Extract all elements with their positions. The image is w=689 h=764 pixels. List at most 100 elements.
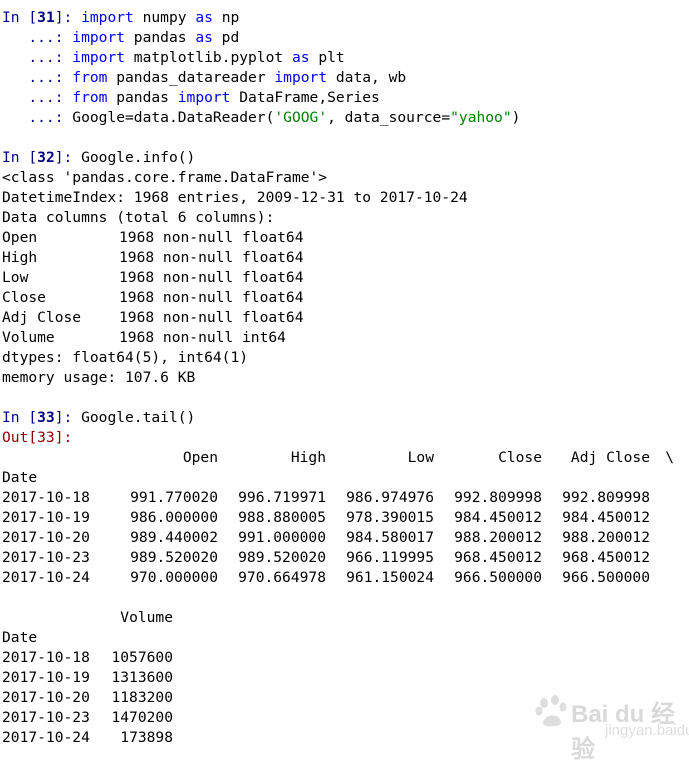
table-row: 2017-10-20 989.440002 991.000000 984.580… <box>2 528 674 548</box>
keyword: from <box>72 89 108 106</box>
table-row: 2017-10-24 970.000000 970.664978 961.150… <box>2 568 674 588</box>
code-text: DataFrame,Series <box>230 89 380 106</box>
column-info: 1968 non-null float64 <box>119 249 304 266</box>
input-prompt: In [32]: <box>2 149 82 166</box>
row-index: 2017-10-18 <box>2 649 90 666</box>
code-text: pandas_datareader <box>107 69 275 86</box>
table-cell: 966.119995 <box>346 549 434 566</box>
dataframe-table-volume: Volume Date 2017-10-18 1057600 2017-10-1… <box>2 608 173 748</box>
table-cell: 989.520020 <box>238 549 326 566</box>
output-line: memory usage: 107.6 KB <box>2 369 196 386</box>
column-name: Volume <box>2 329 55 346</box>
table-cell: 966.500000 <box>562 569 650 586</box>
column-info: 1968 non-null int64 <box>119 329 286 346</box>
input-prompt: In [33]: <box>2 409 82 426</box>
table-header: Close <box>498 449 542 466</box>
string-literal: 'GOOG' <box>274 109 328 126</box>
table-row: 2017-10-19 986.000000 988.880005 978.390… <box>2 508 674 528</box>
column-info-row: Volume 1968 non-null int64 <box>2 328 689 348</box>
table-cell: 970.664978 <box>238 569 326 586</box>
column-info-row: Close 1968 non-null float64 <box>2 288 689 308</box>
column-name: Low <box>2 269 29 286</box>
code-line[interactable]: ...: import pandas as pd <box>2 28 689 48</box>
table-cell: 961.150024 <box>346 569 434 586</box>
dataframe-table-prices: Open High Low Close Adj Close \ Date 201… <box>2 448 674 588</box>
continuation-prompt: ...: <box>2 29 73 46</box>
table-cell: 991.770020 <box>130 489 218 506</box>
code-line[interactable]: ...: import matplotlib.pyplot as plt <box>2 48 689 68</box>
table-cell: 1057600 <box>111 649 173 666</box>
code-text: numpy <box>133 9 196 26</box>
table-header-row: Open High Low Close Adj Close \ <box>2 448 674 468</box>
table-cell: 970.000000 <box>130 569 218 586</box>
keyword: import <box>72 49 126 66</box>
continuation-prompt: ...: <box>2 49 73 66</box>
code-text: data, wb <box>327 69 407 86</box>
table-cell: 1183200 <box>111 689 173 706</box>
table-cell: 173898 <box>120 729 173 746</box>
code-text: np <box>212 9 240 26</box>
column-name: Adj Close <box>2 309 82 326</box>
table-cell: 991.000000 <box>238 529 326 546</box>
output-line: dtypes: float64(5), int64(1) <box>2 349 249 366</box>
code-line[interactable]: In [33]: Google.tail() <box>2 408 689 428</box>
row-index: 2017-10-23 <box>2 549 90 566</box>
column-info: 1968 non-null float64 <box>119 229 304 246</box>
column-info-row: Open 1968 non-null float64 <box>2 228 689 248</box>
column-info-list: Open 1968 non-null float64 High 1968 non-n… <box>2 228 689 348</box>
table-row: 2017-10-23 989.520020 989.520020 966.119… <box>2 548 674 568</box>
code-line[interactable]: ...: from pandas import DataFrame,Series <box>2 88 689 108</box>
table-cell: 1470200 <box>111 709 173 726</box>
table-cell: 988.200012 <box>562 529 650 546</box>
table-header: Adj Close <box>570 449 650 466</box>
table-cell: 966.500000 <box>454 569 542 586</box>
table-cell: 992.809998 <box>454 489 542 506</box>
table-row: 2017-10-24 173898 <box>2 728 173 748</box>
column-name: Close <box>2 289 46 306</box>
table-header: Low <box>407 449 434 466</box>
output-line: <class 'pandas.core.frame.DataFrame'> <box>2 169 328 186</box>
table-cell: 989.440002 <box>130 529 218 546</box>
code-text: Google.info() <box>81 149 196 166</box>
continuation-prompt: ...: <box>2 109 73 126</box>
table-row: 2017-10-19 1313600 <box>2 668 173 688</box>
table-header-index <box>2 608 110 628</box>
column-name: Open <box>2 229 38 246</box>
continuation-prompt: ...: <box>2 89 73 106</box>
table-row: 2017-10-18 991.770020 996.719971 986.974… <box>2 488 674 508</box>
table-cell: 988.200012 <box>454 529 542 546</box>
table-index-name-row: Date <box>2 628 173 648</box>
column-info-row: Low 1968 non-null float64 <box>2 268 689 288</box>
table-header-index <box>2 448 110 468</box>
keyword: as <box>195 9 213 26</box>
row-index: 2017-10-19 <box>2 669 90 686</box>
table-cell: 1313600 <box>111 669 173 686</box>
table-cell: 986.000000 <box>130 509 218 526</box>
column-info: 1968 non-null float64 <box>119 269 304 286</box>
code-line[interactable]: In [31]: import numpy as np <box>2 8 689 28</box>
table-cell: 968.450012 <box>454 549 542 566</box>
code-line[interactable]: In [32]: Google.info() <box>2 148 689 168</box>
column-info: 1968 non-null float64 <box>119 289 304 306</box>
row-index: 2017-10-20 <box>2 529 90 546</box>
table-cell: 996.719971 <box>238 489 326 506</box>
code-line[interactable]: ...: from pandas_datareader import data,… <box>2 68 689 88</box>
table-header: Volume <box>120 609 173 626</box>
table-cell: 992.809998 <box>562 489 650 506</box>
table-header-row: Volume <box>2 608 173 628</box>
keyword: as <box>291 49 310 66</box>
table-cell: 986.974976 <box>346 489 434 506</box>
line-continuation-marker: \ <box>665 449 674 466</box>
code-text: matplotlib.pyplot <box>125 49 292 66</box>
code-text: , data_source= <box>327 109 451 126</box>
code-line[interactable]: ...: Google=data.DataReader('GOOG', data… <box>2 108 689 128</box>
keyword: import <box>81 9 134 26</box>
keyword: import <box>177 89 231 106</box>
table-header: Open <box>182 449 218 466</box>
output-prompt: Out[33]: <box>2 429 73 446</box>
index-name: Date <box>2 629 38 646</box>
string-literal: "yahoo" <box>450 109 512 126</box>
